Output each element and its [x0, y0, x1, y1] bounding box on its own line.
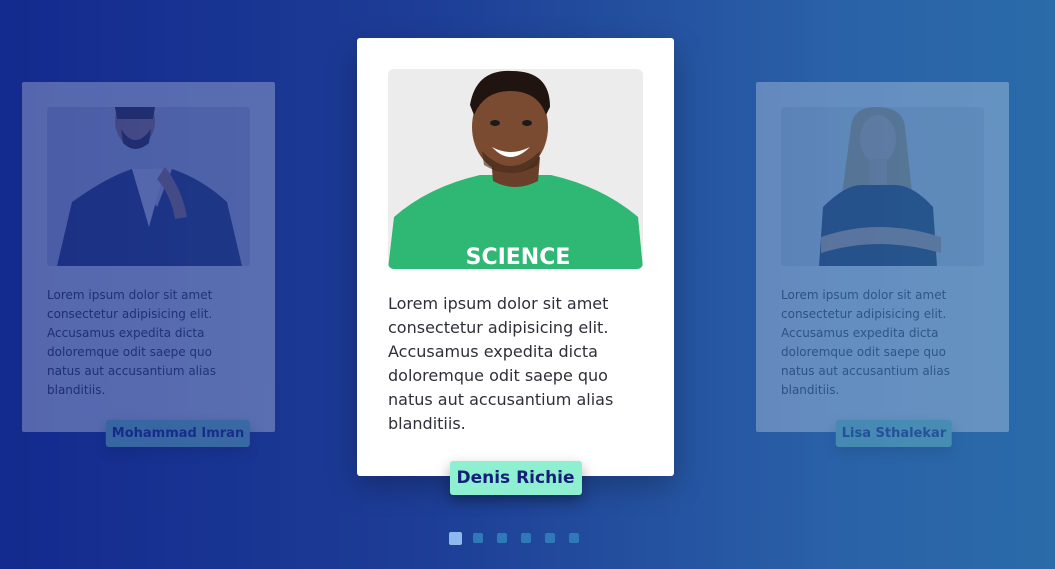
pagination-dot-5[interactable] — [545, 533, 555, 543]
testimonial-quote: Lorem ipsum dolor sit amet consectetur a… — [47, 288, 216, 397]
testimonial-name: Denis Richie — [449, 461, 582, 495]
carousel-pagination — [449, 532, 593, 545]
testimonial-photo — [47, 107, 250, 266]
testimonial-card-denis-richie[interactable]: SCIENCE Lorem ipsum dolor sit amet conse… — [357, 38, 674, 495]
testimonial-name: Mohammad Imran — [105, 420, 251, 447]
pagination-dot-2[interactable] — [473, 533, 483, 543]
pagination-dot-3[interactable] — [497, 533, 507, 543]
svg-text:SCIENCE: SCIENCE — [466, 245, 571, 269]
testimonial-card-mohammad-imran[interactable]: Lorem ipsum dolor sit amet consectetur a… — [22, 82, 275, 447]
testimonial-quote: Lorem ipsum dolor sit amet consectetur a… — [388, 294, 614, 433]
testimonial-photo — [781, 107, 984, 266]
pagination-dot-4[interactable] — [521, 533, 531, 543]
testimonial-name: Lisa Sthalekar — [835, 420, 953, 447]
testimonial-quote: Lorem ipsum dolor sit amet consectetur a… — [781, 288, 950, 397]
testimonial-card-lisa-sthalekar[interactable]: Lorem ipsum dolor sit amet consectetur a… — [756, 82, 1009, 447]
pagination-dot-1[interactable] — [449, 532, 462, 545]
pagination-dot-6[interactable] — [569, 533, 579, 543]
testimonial-photo: SCIENCE — [388, 69, 643, 269]
